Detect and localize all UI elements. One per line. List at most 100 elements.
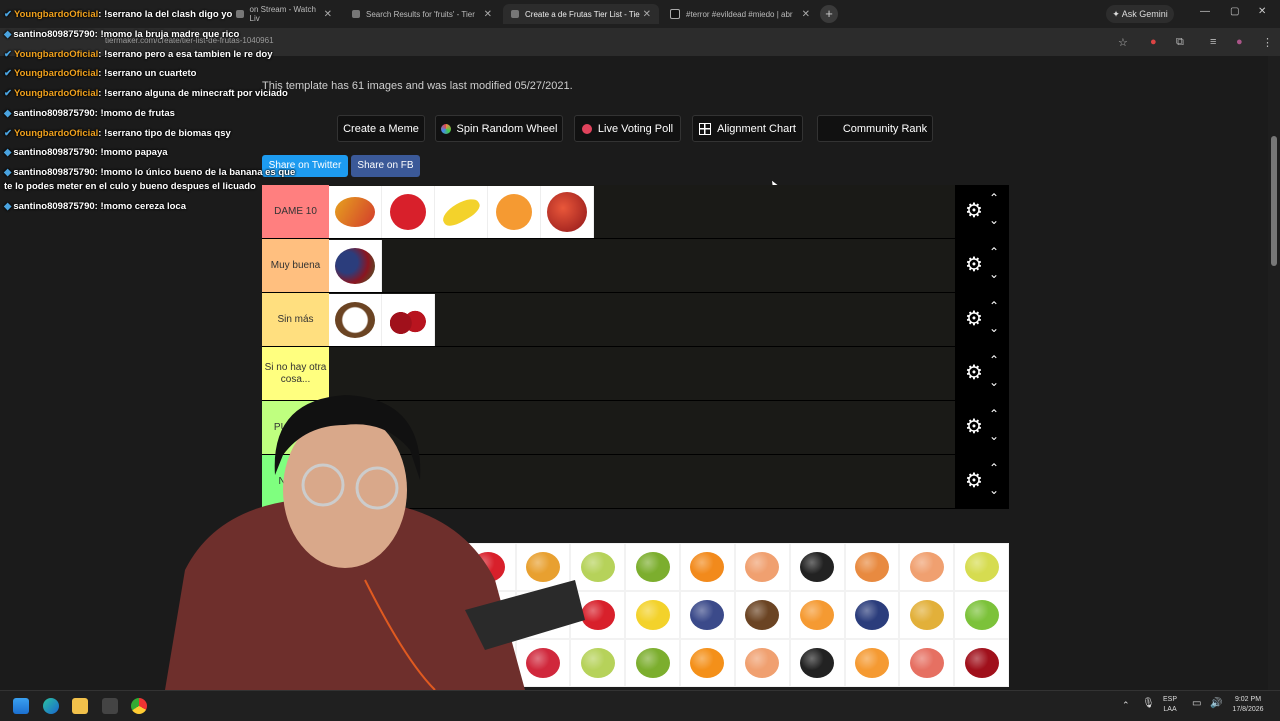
live-dot-icon — [581, 123, 592, 134]
fruit-item-berries[interactable] — [329, 240, 382, 292]
pool-item-tangerine[interactable] — [680, 543, 735, 591]
move-down-icon[interactable]: ⌄ — [989, 321, 999, 335]
pool-item-apricot[interactable] — [844, 639, 900, 687]
gear-icon[interactable]: ⚙ — [965, 471, 985, 491]
move-up-icon[interactable]: ⌃ — [989, 191, 999, 205]
community-rank-button[interactable]: Community Rank — [817, 115, 933, 142]
share-fb-button[interactable]: Share on FB — [351, 155, 420, 177]
file-explorer-icon[interactable] — [72, 698, 88, 714]
live-voting-poll-button[interactable]: Live Voting Poll — [574, 115, 681, 142]
close-icon[interactable]: ✕ — [324, 9, 332, 20]
move-up-icon[interactable]: ⌃ — [989, 245, 999, 259]
extension-icon[interactable]: ● — [1150, 36, 1157, 48]
gear-icon[interactable]: ⚙ — [965, 255, 985, 275]
pool-item-kiwi[interactable] — [625, 543, 681, 591]
windows-start-icon[interactable] — [13, 698, 29, 714]
edge-icon[interactable] — [43, 698, 59, 714]
pool-item-peach[interactable] — [734, 639, 790, 687]
fruit-item-strawberry[interactable] — [382, 186, 435, 238]
move-down-icon[interactable]: ⌄ — [989, 213, 999, 227]
volume-icon[interactable]: 🔊 — [1210, 699, 1222, 709]
pool-item-peach[interactable] — [899, 543, 955, 591]
move-down-icon[interactable]: ⌄ — [989, 429, 999, 443]
microphone-icon[interactable]: 🎙 — [1142, 699, 1155, 709]
pool-item-lychee[interactable] — [899, 639, 955, 687]
clock[interactable]: 9:02 PM 17/8/2026 — [1228, 695, 1268, 715]
fruit-item-banana[interactable] — [435, 186, 488, 238]
pool-item-pear[interactable] — [954, 543, 1009, 591]
chrome-icon[interactable] — [131, 698, 147, 714]
move-down-icon[interactable]: ⌄ — [989, 267, 999, 281]
close-icon[interactable]: ✕ — [643, 9, 651, 20]
fruit-item-nectarine[interactable] — [541, 186, 594, 238]
pool-item-orange[interactable] — [680, 639, 735, 687]
pool-item-papaya[interactable] — [844, 543, 900, 591]
puzzle-icon[interactable]: ⧉ — [1176, 36, 1184, 49]
language-indicator[interactable]: ESP LAA — [1163, 695, 1177, 715]
spin-random-wheel-button[interactable]: Spin Random Wheel — [435, 115, 563, 142]
pool-item-blackberry[interactable] — [789, 639, 845, 687]
pool-item-blackberry[interactable] — [789, 543, 845, 591]
pool-item-blueberries[interactable] — [844, 591, 900, 639]
pool-item-pineapple[interactable] — [899, 591, 955, 639]
chat-text: !serrano alguna de minecraft por viciado — [104, 88, 288, 100]
pool-item-banana[interactable] — [625, 591, 681, 639]
bookmark-star-icon[interactable]: ☆ — [1118, 36, 1128, 49]
badge-gem-icon: ◆ — [4, 28, 12, 40]
tier-label[interactable]: Sin más — [262, 293, 329, 346]
tier-drop-zone[interactable] — [329, 185, 955, 238]
pool-item-plum[interactable] — [680, 591, 735, 639]
minimize-icon[interactable]: — — [1200, 6, 1210, 17]
move-up-icon[interactable]: ⌃ — [989, 299, 999, 313]
chat-username: santino809875790 — [13, 28, 95, 40]
tray-chevron-icon[interactable]: ⌃ — [1122, 700, 1130, 710]
tab-search-results[interactable]: Search Results for 'fruits' - Tier ✕ — [344, 4, 500, 24]
gear-icon[interactable]: ⚙ — [965, 309, 985, 329]
tier-drop-zone[interactable] — [329, 293, 955, 346]
tier-controls: ⚙ ⌃ ⌄ — [955, 239, 1009, 292]
menu-kebab-icon[interactable]: ⋮ — [1262, 36, 1273, 49]
fruit-item-cherries[interactable] — [382, 294, 435, 346]
scrollbar-thumb[interactable] — [1271, 136, 1277, 266]
fruit-image — [909, 648, 944, 678]
gear-icon[interactable]: ⚙ — [965, 363, 985, 383]
maximize-icon[interactable]: ▢ — [1230, 6, 1239, 17]
chat-message: ◆ santino809875790: !momo de frutas — [4, 107, 304, 121]
gear-icon[interactable]: ⚙ — [965, 201, 985, 221]
tab-tier-list[interactable]: Create a de Frutas Tier List - Tie ✕ — [503, 4, 659, 24]
move-up-icon[interactable]: ⌃ — [989, 461, 999, 475]
alignment-chart-button[interactable]: Alignment Chart — [692, 115, 803, 142]
fruit-item-coconut[interactable] — [329, 294, 382, 346]
profile-avatar[interactable]: ● — [1236, 36, 1243, 48]
rank-grid-icon — [823, 122, 837, 136]
fruit-item-apricot[interactable] — [488, 186, 541, 238]
chat-message: ✔ YoungbardoOficial: !serrano la del clas… — [4, 8, 304, 22]
move-down-icon[interactable]: ⌄ — [989, 375, 999, 389]
pool-item-peach[interactable] — [734, 543, 790, 591]
close-icon[interactable]: ✕ — [484, 9, 492, 20]
media-control-icon[interactable]: ≡ — [1210, 36, 1216, 48]
tab-tiktok[interactable]: #terror #evildead #miedo | abr ✕ — [662, 4, 818, 24]
network-icon[interactable]: ▭ — [1192, 699, 1201, 709]
pool-item-cherry[interactable] — [954, 639, 1009, 687]
gear-icon[interactable]: ⚙ — [965, 417, 985, 437]
pool-item-coconut[interactable] — [734, 591, 790, 639]
tier-label[interactable]: Muy buena — [262, 239, 329, 292]
fruit-item-mango[interactable] — [329, 186, 382, 238]
pool-item-apricot[interactable] — [789, 591, 845, 639]
ask-gemini-button[interactable]: ✦ Ask Gemini — [1106, 5, 1174, 23]
move-up-icon[interactable]: ⌃ — [989, 407, 999, 421]
pool-item-kiwi[interactable] — [625, 639, 681, 687]
window-close-icon[interactable]: ✕ — [1258, 6, 1266, 17]
new-tab-button[interactable]: + — [820, 5, 838, 23]
tier-drop-zone[interactable] — [329, 239, 955, 292]
tier-controls: ⚙ ⌃ ⌄ — [955, 185, 1009, 238]
move-up-icon[interactable]: ⌃ — [989, 353, 999, 367]
chat-message: ✔ YoungbardoOficial: !serrano tipo de bio… — [4, 127, 304, 141]
pool-item-lime[interactable] — [954, 591, 1009, 639]
store-icon[interactable] — [102, 698, 118, 714]
close-icon[interactable]: ✕ — [802, 9, 810, 20]
create-meme-button[interactable]: Create a Meme — [337, 115, 425, 142]
move-down-icon[interactable]: ⌄ — [989, 483, 999, 497]
chat-text: !momo papaya — [100, 147, 168, 159]
